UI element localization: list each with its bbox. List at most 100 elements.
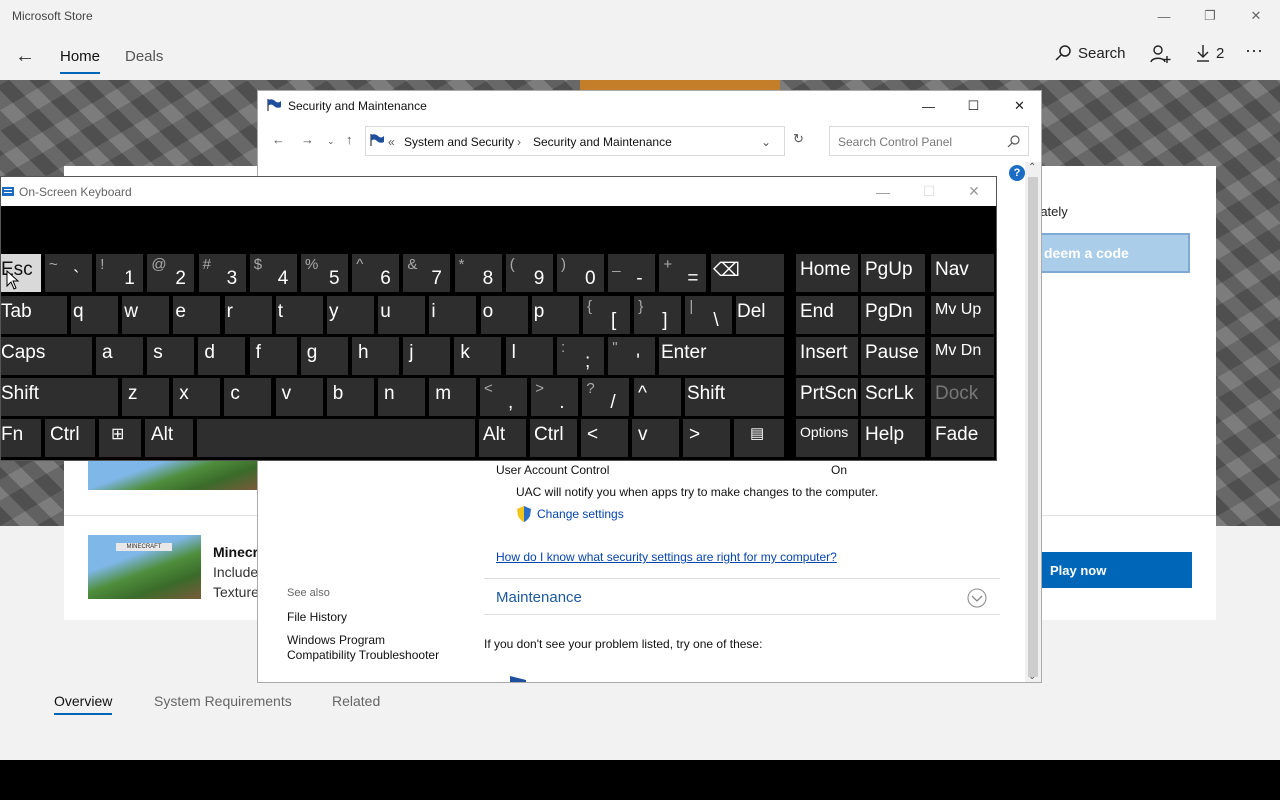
key-ctrl-right[interactable]: Ctrl xyxy=(530,419,577,457)
key-r[interactable]: r xyxy=(224,296,272,334)
key-space[interactable] xyxy=(197,419,475,457)
windows-program-link[interactable]: Windows Program xyxy=(287,633,385,647)
key-4[interactable]: $4 xyxy=(249,254,297,292)
key-down[interactable]: v xyxy=(632,419,679,457)
key-g[interactable]: g xyxy=(300,337,348,375)
minecraft-thumbnail[interactable]: MINECRAFT xyxy=(88,535,201,599)
key-end[interactable]: End xyxy=(796,296,858,334)
key-options[interactable]: Options xyxy=(796,419,858,457)
key-8[interactable]: * 8 xyxy=(454,254,502,292)
key-u[interactable]: u xyxy=(378,296,426,334)
key-dock[interactable]: Dock xyxy=(931,378,994,416)
key-scrlk[interactable]: ScrLk xyxy=(861,378,925,416)
sm-back-icon[interactable]: ← xyxy=(272,132,285,147)
key-sym-2[interactable]: | \ xyxy=(685,296,733,334)
key-5[interactable]: % 5 xyxy=(301,254,348,292)
file-history-link[interactable]: File History xyxy=(287,610,347,624)
key-shift-right[interactable]: Shift xyxy=(685,378,784,416)
key-sym2-1[interactable]: " ' xyxy=(608,337,656,375)
key-v[interactable]: v xyxy=(275,378,323,416)
key-t[interactable]: t xyxy=(275,296,323,334)
key-sym3-2[interactable]: ? / xyxy=(582,378,630,416)
key-3[interactable]: #3 xyxy=(198,254,246,292)
downloads-button[interactable]: 2 xyxy=(1196,44,1224,62)
key-p[interactable]: p xyxy=(531,296,579,334)
maintenance-header[interactable]: Maintenance xyxy=(496,589,582,606)
key-s[interactable]: s xyxy=(147,337,195,375)
search-control-panel-input[interactable]: Search Control Panel xyxy=(829,126,1029,156)
key-enter[interactable]: Enter xyxy=(659,337,784,375)
key-0[interactable]: ) 0 xyxy=(557,254,604,292)
key-m[interactable]: m xyxy=(429,378,477,416)
breadcrumb-system-security[interactable]: System and Security xyxy=(404,135,514,149)
osk-close-button[interactable]: ✕ xyxy=(951,177,997,206)
key-f[interactable]: f xyxy=(249,337,297,375)
key-pgdn[interactable]: PgDn xyxy=(861,296,925,334)
key-menu[interactable]: ▤ xyxy=(734,419,784,457)
expand-chevron-icon[interactable] xyxy=(967,588,987,608)
redeem-code-button[interactable]: deem a code xyxy=(1030,233,1190,273)
key-ctrl-left[interactable]: Ctrl xyxy=(45,419,95,457)
key-n[interactable]: n xyxy=(378,378,425,416)
key-prtscn[interactable]: PrtScn xyxy=(796,378,858,416)
account-button[interactable] xyxy=(1150,44,1172,64)
key-7[interactable]: & 7 xyxy=(403,254,451,292)
key-alt-right[interactable]: Alt xyxy=(479,419,526,457)
key-mv-dn[interactable]: Mv Dn xyxy=(931,337,994,375)
key-sym3-0[interactable]: <, xyxy=(480,378,527,416)
key-y[interactable]: y xyxy=(327,296,374,334)
osk-minimize-button[interactable]: — xyxy=(860,177,906,206)
refresh-icon[interactable]: ↻ xyxy=(793,131,804,147)
scroll-up-icon[interactable]: ⌃ xyxy=(1028,162,1036,173)
security-settings-help-link[interactable]: How do I know what security settings are… xyxy=(496,550,837,564)
sm-up-icon[interactable]: ↑ xyxy=(346,132,353,147)
key-pgup[interactable]: PgUp xyxy=(861,254,925,292)
key-6[interactable]: ^ 6 xyxy=(352,254,400,292)
key-backspace[interactable]: ⌫ xyxy=(711,254,784,292)
tab-system-requirements[interactable]: System Requirements xyxy=(154,693,292,709)
breadcrumb-security-maintenance[interactable]: Security and Maintenance xyxy=(533,135,672,149)
key-fn[interactable]: Fn xyxy=(1,419,41,457)
key-left[interactable]: < xyxy=(581,419,628,457)
key-mv-up[interactable]: Mv Up xyxy=(931,296,994,334)
key-1[interactable]: ! 1 xyxy=(96,254,144,292)
key-`[interactable]: ~ ` xyxy=(45,254,92,292)
play-now-button[interactable]: Play now xyxy=(1030,552,1192,588)
key-q[interactable]: q xyxy=(71,296,118,334)
key-nav[interactable]: Nav xyxy=(931,254,994,292)
key-9[interactable]: (9 xyxy=(505,254,553,292)
key-up[interactable]: ^ xyxy=(634,378,681,416)
key-right[interactable]: > xyxy=(683,419,730,457)
tab-related[interactable]: Related xyxy=(332,693,380,709)
key-x[interactable]: x xyxy=(173,378,221,416)
key-d[interactable]: d xyxy=(198,337,246,375)
key-b[interactable]: b xyxy=(326,378,374,416)
key-2[interactable]: @2 xyxy=(147,254,195,292)
sm-minimize-button[interactable]: — xyxy=(906,91,951,121)
tab-overview[interactable]: Overview xyxy=(54,693,113,715)
search-button[interactable]: Search xyxy=(1054,44,1126,62)
key-z[interactable]: z xyxy=(122,378,169,416)
key-tab[interactable]: Tab xyxy=(1,296,67,334)
key-sym-1[interactable]: }] xyxy=(634,296,682,334)
key-o[interactable]: o xyxy=(480,296,528,334)
key-home[interactable]: Home xyxy=(796,254,858,292)
compatibility-troubleshooter-link[interactable]: Compatibility Troubleshooter xyxy=(287,648,439,662)
sm-recent-icon[interactable]: ⌄ xyxy=(327,136,335,147)
key-h[interactable]: h xyxy=(352,337,399,375)
key-l[interactable]: l xyxy=(505,337,553,375)
key-caps[interactable]: Caps xyxy=(1,337,92,375)
sm-scroll-thumb[interactable] xyxy=(1028,177,1038,677)
key-=[interactable]: + = xyxy=(659,254,707,292)
key-alt-left[interactable]: Alt xyxy=(145,419,193,457)
key-sym2-0[interactable]: :; xyxy=(557,337,604,375)
key-shift-left[interactable]: Shift xyxy=(1,378,118,416)
nav-tab-home[interactable]: Home xyxy=(60,48,101,74)
store-minimize-button[interactable]: — xyxy=(1141,0,1187,32)
key-i[interactable]: i xyxy=(429,296,477,334)
key-sym3-1[interactable]: >. xyxy=(531,378,579,416)
key-w[interactable]: w xyxy=(122,296,170,334)
key-help[interactable]: Help xyxy=(861,419,925,457)
key-e[interactable]: e xyxy=(173,296,221,334)
key-del[interactable]: Del xyxy=(736,296,784,334)
